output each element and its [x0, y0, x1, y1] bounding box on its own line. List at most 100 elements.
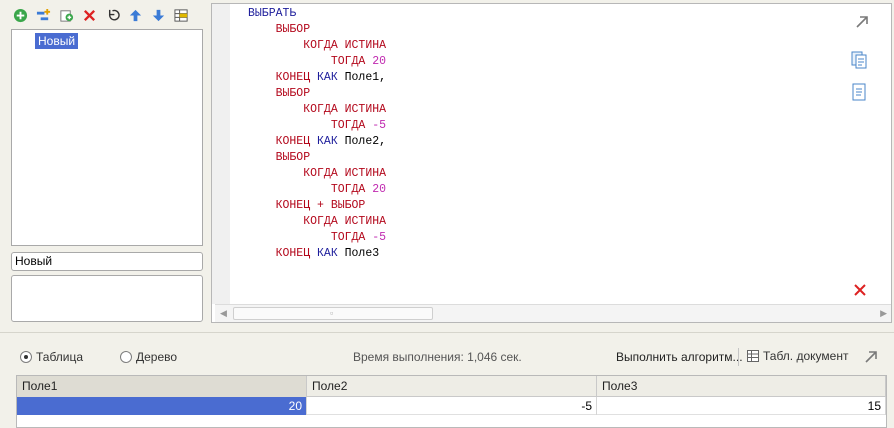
- code-line: ВЫБРАТЬ: [248, 6, 386, 22]
- copy-document-icon: [851, 51, 867, 69]
- code-token: КАК: [317, 135, 345, 148]
- code-token: КАК: [317, 71, 345, 84]
- code-line: КОНЕЦ КАК Поле3: [248, 246, 386, 262]
- clear-text-button[interactable]: [850, 280, 870, 300]
- copy-icon: [59, 9, 73, 22]
- expand-arrow-icon: [865, 351, 877, 363]
- code-token: КАК: [317, 247, 345, 260]
- move-down-button[interactable]: [148, 5, 168, 25]
- move-up-button[interactable]: [125, 5, 145, 25]
- code-line: ТОГДА -5: [248, 230, 386, 246]
- query-description-field[interactable]: [11, 275, 203, 322]
- horizontal-scrollbar[interactable]: ◀ ▫ ▶: [215, 304, 891, 322]
- code-token: ВЫБОР: [248, 87, 311, 100]
- column-header-pole1[interactable]: Поле1: [17, 376, 307, 397]
- code-token: КОГДА ИСТИНА: [248, 103, 387, 116]
- column-header-pole3[interactable]: Поле3: [597, 376, 886, 397]
- spreadsheet-document-button[interactable]: Табл. документ: [746, 349, 848, 363]
- copy-query-button[interactable]: [56, 5, 76, 25]
- code-line: КОНЕЦ КАК Поле1,: [248, 70, 386, 86]
- add-subquery-button[interactable]: [33, 5, 53, 25]
- code-line: КОГДА ИСТИНА: [248, 38, 386, 54]
- code-token: 20: [372, 183, 387, 196]
- run-algorithm-button[interactable]: Выполнить алгоритм...: [616, 350, 743, 364]
- delete-icon: [83, 9, 95, 21]
- code-line: ВЫБОР: [248, 22, 386, 38]
- code-line: ТОГДА 20: [248, 182, 386, 198]
- code-line: ВЫБОР: [248, 150, 386, 166]
- expand-results-button[interactable]: [862, 348, 880, 366]
- view-table-label: Таблица: [36, 350, 84, 364]
- radio-unchecked-icon: [120, 351, 132, 363]
- results-toolbar: Таблица Дерево Время выполнения: 1,046 с…: [0, 340, 894, 372]
- code-token: Поле1,: [344, 71, 387, 84]
- code-token: КОНЕЦ: [248, 199, 318, 212]
- code-token: Поле3: [344, 247, 380, 260]
- code-token: КОГДА ИСТИНА: [248, 167, 387, 180]
- code-line: КОГДА ИСТИНА: [248, 166, 386, 182]
- code-line: КОГДА ИСТИНА: [248, 102, 386, 118]
- open-in-window-button[interactable]: [852, 12, 872, 32]
- close-icon: [854, 284, 866, 296]
- table-row[interactable]: 20 -5 15: [17, 397, 886, 415]
- toolbar-divider: [738, 348, 739, 366]
- scroll-left-icon[interactable]: ◀: [220, 308, 227, 319]
- code-token: ВЫБРАТЬ: [248, 7, 297, 20]
- refresh-button[interactable]: [102, 5, 122, 25]
- query-code[interactable]: ВЫБРАТЬ ВЫБОР КОГДА ИСТИНА ТОГДА 20 КОНЕ…: [248, 6, 386, 262]
- editor-gutter: [212, 4, 230, 304]
- code-token: КОГДА ИСТИНА: [248, 39, 387, 52]
- table-cell[interactable]: -5: [307, 397, 597, 415]
- query-toolbar: [10, 4, 191, 26]
- query-list[interactable]: Новый: [11, 29, 203, 246]
- code-line: ТОГДА 20: [248, 54, 386, 70]
- code-line: КОНЕЦ + ВЫБОР: [248, 198, 386, 214]
- spreadsheet-document-label: Табл. документ: [763, 349, 849, 363]
- code-line: ВЫБОР: [248, 86, 386, 102]
- delete-query-button[interactable]: [79, 5, 99, 25]
- query-builder-button[interactable]: [171, 5, 191, 25]
- results-table[interactable]: Поле1 Поле2 Поле3 20 -5 15: [16, 375, 887, 428]
- add-subquery-icon: [36, 8, 50, 20]
- code-line: КОНЕЦ КАК Поле2,: [248, 134, 386, 150]
- view-table-radio[interactable]: Таблица: [20, 350, 83, 364]
- table-cell[interactable]: 20: [17, 397, 307, 415]
- view-tree-label: Дерево: [136, 350, 178, 364]
- panel-separator: [0, 332, 894, 333]
- code-token: КОНЕЦ: [248, 247, 318, 260]
- code-token: 20: [372, 55, 387, 68]
- add-query-button[interactable]: [10, 5, 30, 25]
- code-token: ТОГДА: [248, 183, 373, 196]
- paste-text-button[interactable]: [849, 82, 869, 102]
- code-token: ВЫБОР: [330, 199, 366, 212]
- expand-arrow-icon: [856, 16, 868, 28]
- code-token: КОГДА ИСТИНА: [248, 215, 387, 228]
- code-token: ТОГДА: [248, 119, 373, 132]
- code-token: ВЫБОР: [248, 151, 311, 164]
- query-name-field[interactable]: Новый: [11, 252, 203, 271]
- move-down-icon: [152, 9, 164, 21]
- code-token: -5: [372, 119, 387, 132]
- query-text-editor[interactable]: ВЫБРАТЬ ВЫБОР КОГДА ИСТИНА ТОГДА 20 КОНЕ…: [211, 3, 892, 323]
- radio-checked-icon: [20, 351, 32, 363]
- code-token: КОНЕЦ: [248, 71, 318, 84]
- code-token: -5: [372, 231, 387, 244]
- scroll-thumb[interactable]: ▫: [233, 307, 433, 320]
- code-token: +: [317, 199, 331, 212]
- code-line: КОГДА ИСТИНА: [248, 214, 386, 230]
- code-token: Поле2,: [344, 135, 387, 148]
- copy-text-button[interactable]: [849, 50, 869, 70]
- view-tree-radio[interactable]: Дерево: [120, 350, 177, 364]
- column-header-pole2[interactable]: Поле2: [307, 376, 597, 397]
- add-icon: [13, 8, 27, 22]
- code-token: КОНЕЦ: [248, 135, 318, 148]
- table-cell[interactable]: 15: [597, 397, 886, 415]
- code-token: ТОГДА: [248, 231, 373, 244]
- refresh-icon: [108, 9, 120, 20]
- query-list-item[interactable]: Новый: [35, 33, 79, 49]
- spreadsheet-icon: [747, 350, 759, 362]
- move-up-icon: [129, 9, 141, 21]
- execution-time: Время выполнения: 1,046 сек.: [353, 350, 522, 364]
- document-icon: [852, 83, 866, 101]
- scroll-right-icon[interactable]: ▶: [880, 308, 887, 319]
